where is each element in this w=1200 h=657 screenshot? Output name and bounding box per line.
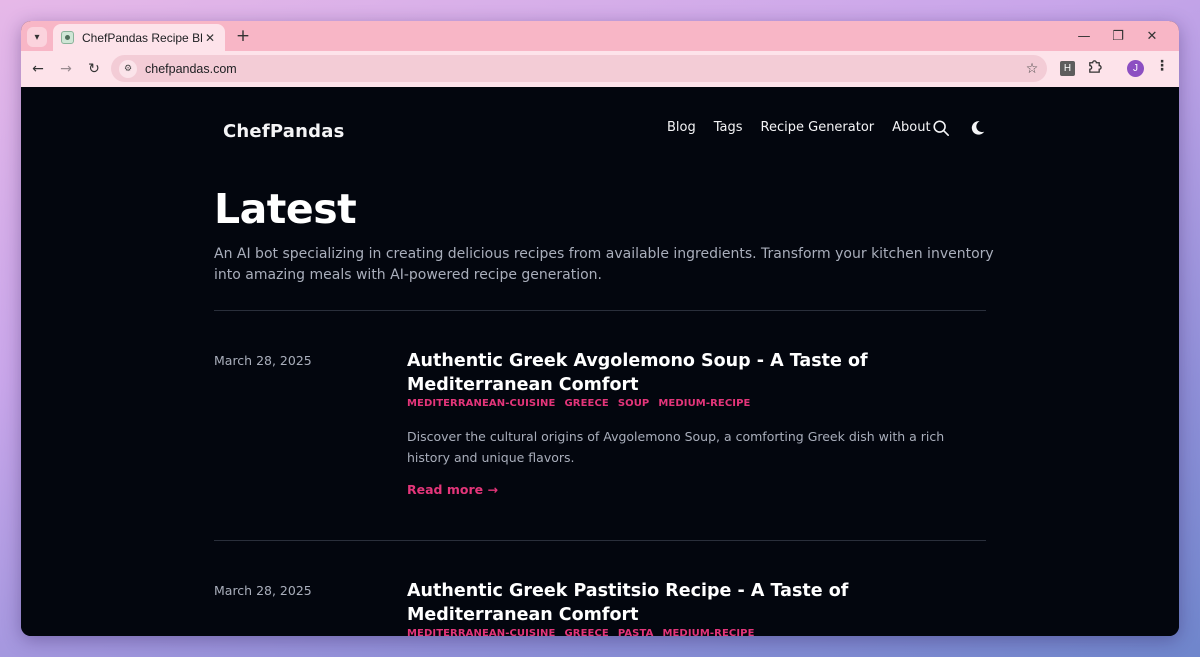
tag-link[interactable]: SOUP: [618, 398, 650, 409]
browser-toolbar: ← → ↻ ⚙ chefpandas.com ☆ H J ⋮: [21, 51, 1179, 87]
tab-title: ChefPandas Recipe Blog: [82, 30, 203, 45]
chevron-down-icon: ▾: [34, 31, 40, 43]
tag-link[interactable]: MEDIUM-RECIPE: [662, 628, 754, 636]
tag-link[interactable]: MEDITERRANEAN-CUISINE: [407, 628, 555, 636]
divider: [214, 310, 986, 311]
tag-link[interactable]: GREECE: [564, 628, 608, 636]
tag-link[interactable]: GREECE: [564, 398, 608, 409]
url-text[interactable]: chefpandas.com: [145, 62, 1017, 76]
site-nav: Blog Tags Recipe Generator About: [667, 120, 931, 135]
profile-avatar[interactable]: J: [1127, 60, 1144, 77]
close-tab-icon[interactable]: ✕: [203, 31, 217, 45]
more-menu-icon[interactable]: ⋮: [1155, 58, 1169, 74]
nav-recipe-generator[interactable]: Recipe Generator: [761, 120, 875, 135]
new-tab-button[interactable]: +: [233, 26, 253, 46]
bookmark-star-icon[interactable]: ☆: [1017, 61, 1047, 77]
tag-link[interactable]: PASTA: [618, 628, 654, 636]
tag-link[interactable]: MEDIUM-RECIPE: [658, 398, 750, 409]
tab-strip: ▾ ChefPandas Recipe Blog ✕ + — ❐ ✕: [21, 21, 1179, 51]
intro-text: An AI bot specializing in creating delic…: [214, 246, 994, 283]
post-body: Authentic Greek Avgolemono Soup - A Tast…: [407, 349, 987, 498]
site-header: ChefPandas Blog Tags Recipe Generator Ab…: [21, 87, 1179, 167]
post-date: March 28, 2025: [214, 583, 312, 598]
web-page: ChefPandas Blog Tags Recipe Generator Ab…: [21, 87, 1179, 636]
post-tags: MEDITERRANEAN-CUISINE GREECE PASTA MEDIU…: [407, 628, 987, 636]
site-logo[interactable]: ChefPandas: [223, 121, 344, 142]
search-icon[interactable]: [932, 119, 950, 137]
post-title[interactable]: Authentic Greek Pastitsio Recipe - A Tas…: [407, 579, 987, 627]
divider: [214, 540, 986, 541]
close-window-icon[interactable]: ✕: [1135, 26, 1169, 46]
read-more-link[interactable]: Read more →: [407, 482, 498, 497]
minimize-icon[interactable]: —: [1067, 26, 1101, 46]
site-info-icon[interactable]: ⚙: [119, 59, 137, 78]
post-date: March 28, 2025: [214, 353, 312, 368]
extension-h-icon[interactable]: H: [1060, 61, 1075, 76]
tab-search-button[interactable]: ▾: [27, 27, 47, 47]
moon-theme-icon[interactable]: [968, 119, 986, 137]
address-bar[interactable]: ⚙ chefpandas.com ☆: [111, 55, 1047, 82]
browser-window: ▾ ChefPandas Recipe Blog ✕ + — ❐ ✕ ← → ↻…: [21, 21, 1179, 636]
tag-link[interactable]: MEDITERRANEAN-CUISINE: [407, 398, 555, 409]
forward-arrow-icon[interactable]: →: [52, 55, 80, 83]
back-arrow-icon[interactable]: ←: [24, 55, 52, 83]
active-tab[interactable]: ChefPandas Recipe Blog ✕: [53, 24, 225, 51]
panda-favicon-icon: [61, 31, 74, 44]
post-summary: Discover the cultural origins of Avgolem…: [407, 429, 945, 465]
post-title[interactable]: Authentic Greek Avgolemono Soup - A Tast…: [407, 349, 987, 397]
post-tags: MEDITERRANEAN-CUISINE GREECE SOUP MEDIUM…: [407, 398, 987, 409]
page-title: Latest: [214, 185, 357, 233]
nav-blog[interactable]: Blog: [667, 120, 696, 135]
post-body: Authentic Greek Pastitsio Recipe - A Tas…: [407, 579, 987, 636]
extensions-puzzle-icon[interactable]: [1087, 59, 1102, 78]
nav-about[interactable]: About: [892, 120, 930, 135]
nav-tags[interactable]: Tags: [714, 120, 743, 135]
reload-icon[interactable]: ↻: [80, 55, 108, 83]
window-controls: — ❐ ✕: [1067, 26, 1169, 46]
restore-icon[interactable]: ❐: [1101, 26, 1135, 46]
